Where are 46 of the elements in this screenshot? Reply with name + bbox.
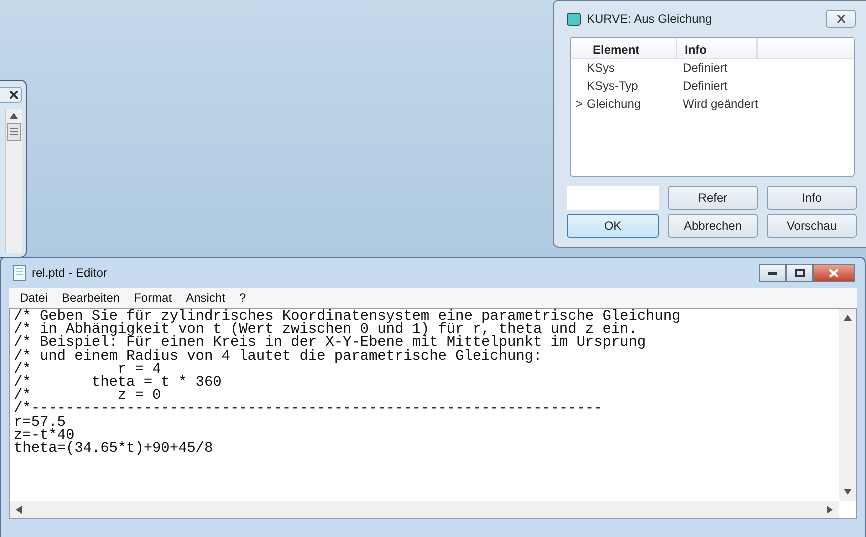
menu-item[interactable]: Datei [13,291,56,305]
scroll-thumb-icon[interactable] [7,123,21,141]
minimize-button[interactable] [759,264,786,282]
input-field[interactable] [567,186,659,210]
text-area[interactable] [9,308,857,519]
scroll-down-icon[interactable] [844,489,852,495]
menu-item[interactable]: Format [127,291,180,305]
list-cell[interactable]: KSys [587,61,683,75]
dialog-button[interactable]: Vorschau [767,214,857,238]
list-cell[interactable]: Gleichung [587,97,683,111]
scroll-up-icon[interactable] [844,315,852,321]
menu-item[interactable]: Bearbeiten [55,291,128,305]
maximize-button[interactable] [786,264,813,282]
window-title: rel.ptd - Editor [32,266,108,280]
list-cell[interactable]: Definiert [683,61,854,75]
close-button[interactable] [813,264,855,282]
list-cell[interactable]: KSys-Typ [587,79,683,93]
dialog-button[interactable]: OK [567,214,659,238]
notepad-icon [13,265,26,281]
menu-item[interactable]: Ansicht [179,291,232,305]
scrollbar[interactable] [5,109,22,253]
menu-item[interactable]: ? [232,291,254,305]
window-icon [567,12,581,26]
close-button[interactable] [826,10,856,28]
current-marker: > [575,97,584,111]
dialog-button[interactable]: Abbrechen [668,214,758,238]
column-header[interactable]: Element [585,38,677,58]
dialog-button[interactable]: Info [767,186,857,210]
close-icon [829,268,839,278]
minimize-icon [768,272,777,274]
text-line: theta=(34.65*t)+90+45/8 [14,442,214,456]
dialog-button[interactable]: Refer [668,186,758,210]
scroll-right-icon[interactable] [827,506,833,514]
column-header[interactable]: Info [677,38,757,58]
text-line: /*------------------------------------------------------------------ [14,403,604,416]
maximize-icon [794,269,804,277]
window-title: KURVE: Aus Gleichung [587,12,714,26]
vertical-scrollbar[interactable] [839,309,856,501]
list-cell[interactable]: Definiert [683,79,854,93]
scroll-up-icon[interactable] [10,113,18,119]
scroll-left-icon[interactable] [16,506,22,514]
horizontal-scrollbar[interactable] [10,501,839,518]
close-icon [10,91,18,99]
list-cell[interactable]: Wird geändert [683,97,854,111]
close-icon [836,15,846,23]
close-button[interactable] [0,87,22,103]
